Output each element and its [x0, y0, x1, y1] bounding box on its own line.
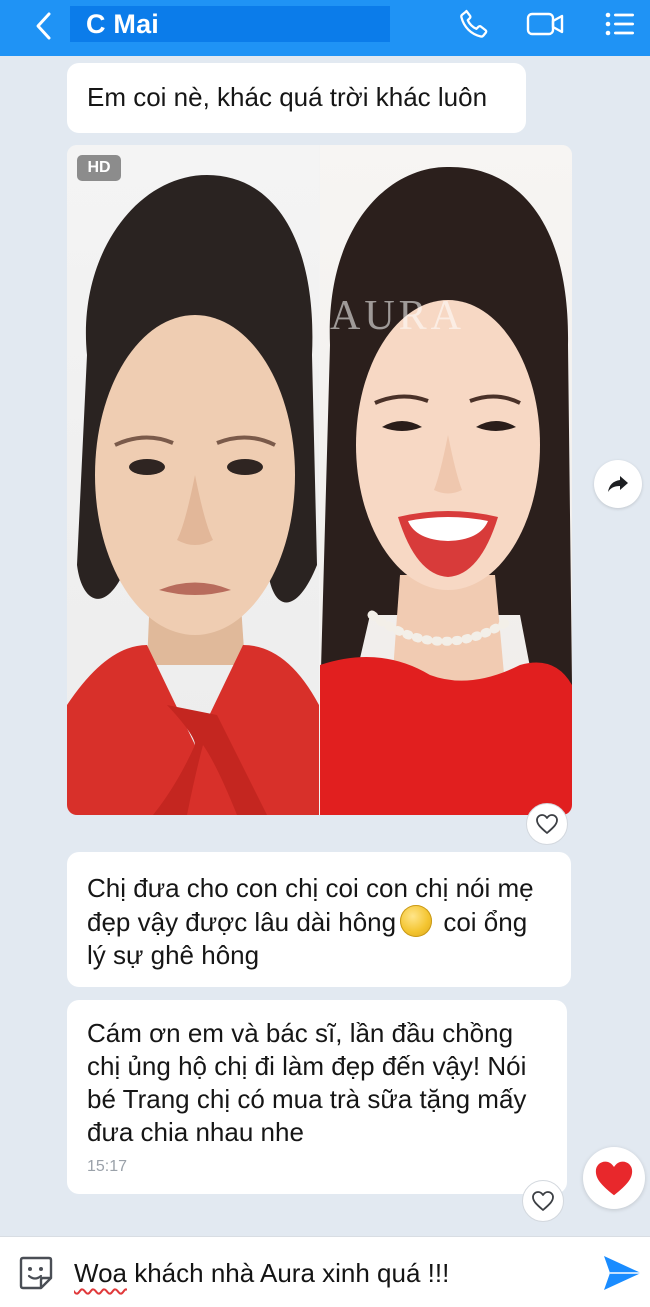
message-bubble[interactable]: Cám ơn em và bác sĩ, lần đầu chồng chị ủ… [67, 1000, 567, 1194]
message-timestamp: 15:17 [87, 1158, 128, 1175]
video-camera-icon [526, 12, 564, 36]
input-text: khách nhà Aura xinh quá !!! [127, 1258, 450, 1288]
chat-header: C Mai [0, 0, 650, 56]
like-button[interactable] [522, 1180, 564, 1222]
aura-watermark: AURA [330, 293, 466, 339]
video-call-button[interactable] [524, 4, 568, 44]
call-button[interactable] [452, 4, 496, 44]
before-photo [67, 145, 319, 815]
message-input[interactable]: Woa khách nhà Aura xinh quá !!! [74, 1251, 574, 1295]
chevron-left-icon [36, 12, 51, 40]
contact-name-bar[interactable]: C Mai [70, 6, 390, 42]
photo-message[interactable]: HD [67, 145, 572, 815]
sticker-button[interactable] [14, 1251, 58, 1295]
before-portrait-illustration [67, 175, 319, 815]
share-button[interactable] [594, 460, 642, 508]
back-button[interactable] [24, 6, 64, 46]
coin-emoji-icon [400, 905, 433, 937]
list-menu-icon [605, 12, 634, 36]
phone-icon [460, 9, 488, 38]
after-photo [320, 145, 572, 815]
heart-outline-icon [536, 814, 558, 834]
red-heart-icon [595, 1161, 633, 1196]
like-button[interactable] [526, 803, 568, 845]
hd-badge: HD [77, 155, 121, 181]
message-text: Em coi nè, khác quá trời khác luôn [87, 82, 488, 112]
heart-reaction[interactable] [583, 1147, 645, 1209]
options-menu-button[interactable] [598, 4, 642, 44]
misspelled-word: Woa [74, 1258, 127, 1288]
send-button[interactable] [598, 1249, 646, 1297]
message-bubble[interactable]: Chị đưa cho con chị coi con chị nói mẹ đ… [67, 852, 571, 987]
contact-name: C Mai [86, 8, 160, 39]
after-portrait-illustration [320, 166, 572, 815]
heart-outline-icon [532, 1191, 554, 1211]
message-composer: Woa khách nhà Aura xinh quá !!! [0, 1236, 650, 1307]
message-bubble[interactable]: Em coi nè, khác quá trời khác luôn [67, 63, 526, 133]
message-text: Cám ơn em và bác sĩ, lần đầu chồng chị ủ… [87, 1018, 527, 1147]
share-arrow-icon [608, 476, 628, 492]
smiley-sticker-icon [19, 1256, 53, 1290]
send-arrow-icon [604, 1256, 641, 1290]
